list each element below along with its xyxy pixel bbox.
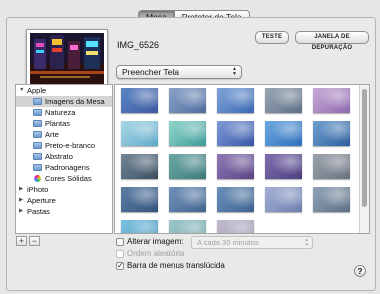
wallpaper-thumbnail[interactable] [169,121,206,146]
grid-scrollbar[interactable] [359,85,369,233]
folder-icon [33,153,42,160]
source-item-label: Plantas [45,119,71,128]
interval-value: A cada 30 minutos [197,238,259,247]
source-item[interactable]: Imagens da Mesa [16,96,112,107]
source-item-label: Padronagens [45,163,90,172]
debug-window-button[interactable]: JANELA DE DEPURAÇÃO [295,31,369,51]
random-order-checkbox[interactable] [116,250,124,258]
source-item-label: Arte [45,130,59,139]
translucent-menu-checkbox[interactable]: ✓ [116,262,124,270]
folder-icon [33,98,42,105]
folder-icon [33,120,42,127]
source-item[interactable]: Padronagens [16,162,112,173]
test-button[interactable]: TESTE [255,31,289,44]
wallpaper-thumbnail[interactable] [265,88,302,113]
wallpaper-thumbnail[interactable] [217,187,254,212]
wallpaper-thumbnail[interactable] [169,88,206,113]
wallpaper-thumbnail[interactable] [217,154,254,179]
folder-icon [33,109,42,116]
wallpaper-thumbnail[interactable] [169,154,206,179]
change-picture-checkbox[interactable] [116,238,124,246]
source-item[interactable]: Plantas [16,118,112,129]
wallpaper-thumbnail[interactable] [121,187,158,212]
wallpaper-thumbnail[interactable] [265,187,302,212]
wallpaper-thumbnail[interactable] [121,154,158,179]
source-item-label: Natureza [45,108,76,117]
source-item-label: Imagens da Mesa [45,97,105,106]
wallpaper-thumbnail[interactable] [217,121,254,146]
wallpaper-thumbnail[interactable] [169,220,206,233]
folder-icon [33,164,42,171]
source-item-label: Preto-e-branco [45,141,96,150]
source-group-label: Pastas [27,207,50,216]
color-wheel-icon [34,175,41,182]
disclosure-closed-icon[interactable]: ▶ [19,195,23,206]
disclosure-closed-icon[interactable]: ▶ [19,206,23,217]
source-group-label: Apple [27,86,47,95]
help-button[interactable]: ? [354,265,366,277]
popup-arrows-icon: ▲ ▼ [304,237,309,247]
source-group-3[interactable]: ▶ Pastas [16,206,112,217]
current-wallpaper-preview [26,29,108,89]
wallpaper-thumbnail[interactable] [313,121,350,146]
folder-icon [33,131,42,138]
city-night-image [30,33,104,85]
source-group-1[interactable]: ▶ iPhoto [16,184,112,195]
source-item-label: Abstrato [45,152,73,161]
wallpaper-thumbnail[interactable] [265,154,302,179]
wallpaper-thumbnail[interactable] [313,88,350,113]
remove-source-button[interactable]: − [29,236,40,246]
interval-popup[interactable]: A cada 30 minutos ▲ ▼ [191,236,313,249]
wallpaper-thumbnail[interactable] [217,220,254,233]
wallpaper-grid[interactable] [114,84,370,234]
source-item[interactable]: Natureza [16,107,112,118]
fill-mode-popup[interactable]: Preencher Tela ▲ ▼ [116,65,242,79]
source-item[interactable]: Cores Sólidas [16,173,112,184]
change-picture-label: Alterar imagem: [127,237,184,246]
folder-icon [33,142,42,149]
wallpaper-thumbnail[interactable] [121,121,158,146]
wallpaper-thumbnail[interactable] [217,88,254,113]
source-group-0[interactable]: ▼ Apple [16,85,112,96]
fill-mode-value: Preencher Tela [122,67,180,77]
source-list[interactable]: ▼ Apple Imagens da Mesa Natureza Plantas Arte… [15,84,113,234]
wallpaper-thumbnail[interactable] [121,220,158,233]
add-source-button[interactable]: + [16,236,27,246]
scrollbar-knob[interactable] [362,89,367,207]
disclosure-closed-icon[interactable]: ▶ [19,184,23,195]
source-item-label: Cores Sólidas [45,174,92,183]
source-group-label: Aperture [27,196,56,205]
wallpaper-thumbnail[interactable] [265,121,302,146]
popup-arrows-icon: ▲ ▼ [232,66,237,77]
source-item[interactable]: Abstrato [16,151,112,162]
translucent-menu-label: Barra de menus translúcida [127,261,225,270]
wallpaper-thumbnail[interactable] [121,88,158,113]
source-item[interactable]: Arte [16,129,112,140]
random-order-label: Ordem aleatória [127,249,185,258]
image-file-name: IMG_6526 [117,40,160,50]
wallpaper-thumbnail[interactable] [313,154,350,179]
source-item[interactable]: Preto-e-branco [16,140,112,151]
wallpaper-thumbnail[interactable] [313,187,350,212]
wallpaper-thumbnail[interactable] [169,187,206,212]
source-group-label: iPhoto [27,185,49,194]
disclosure-open-icon[interactable]: ▼ [19,85,24,96]
source-group-2[interactable]: ▶ Aperture [16,195,112,206]
